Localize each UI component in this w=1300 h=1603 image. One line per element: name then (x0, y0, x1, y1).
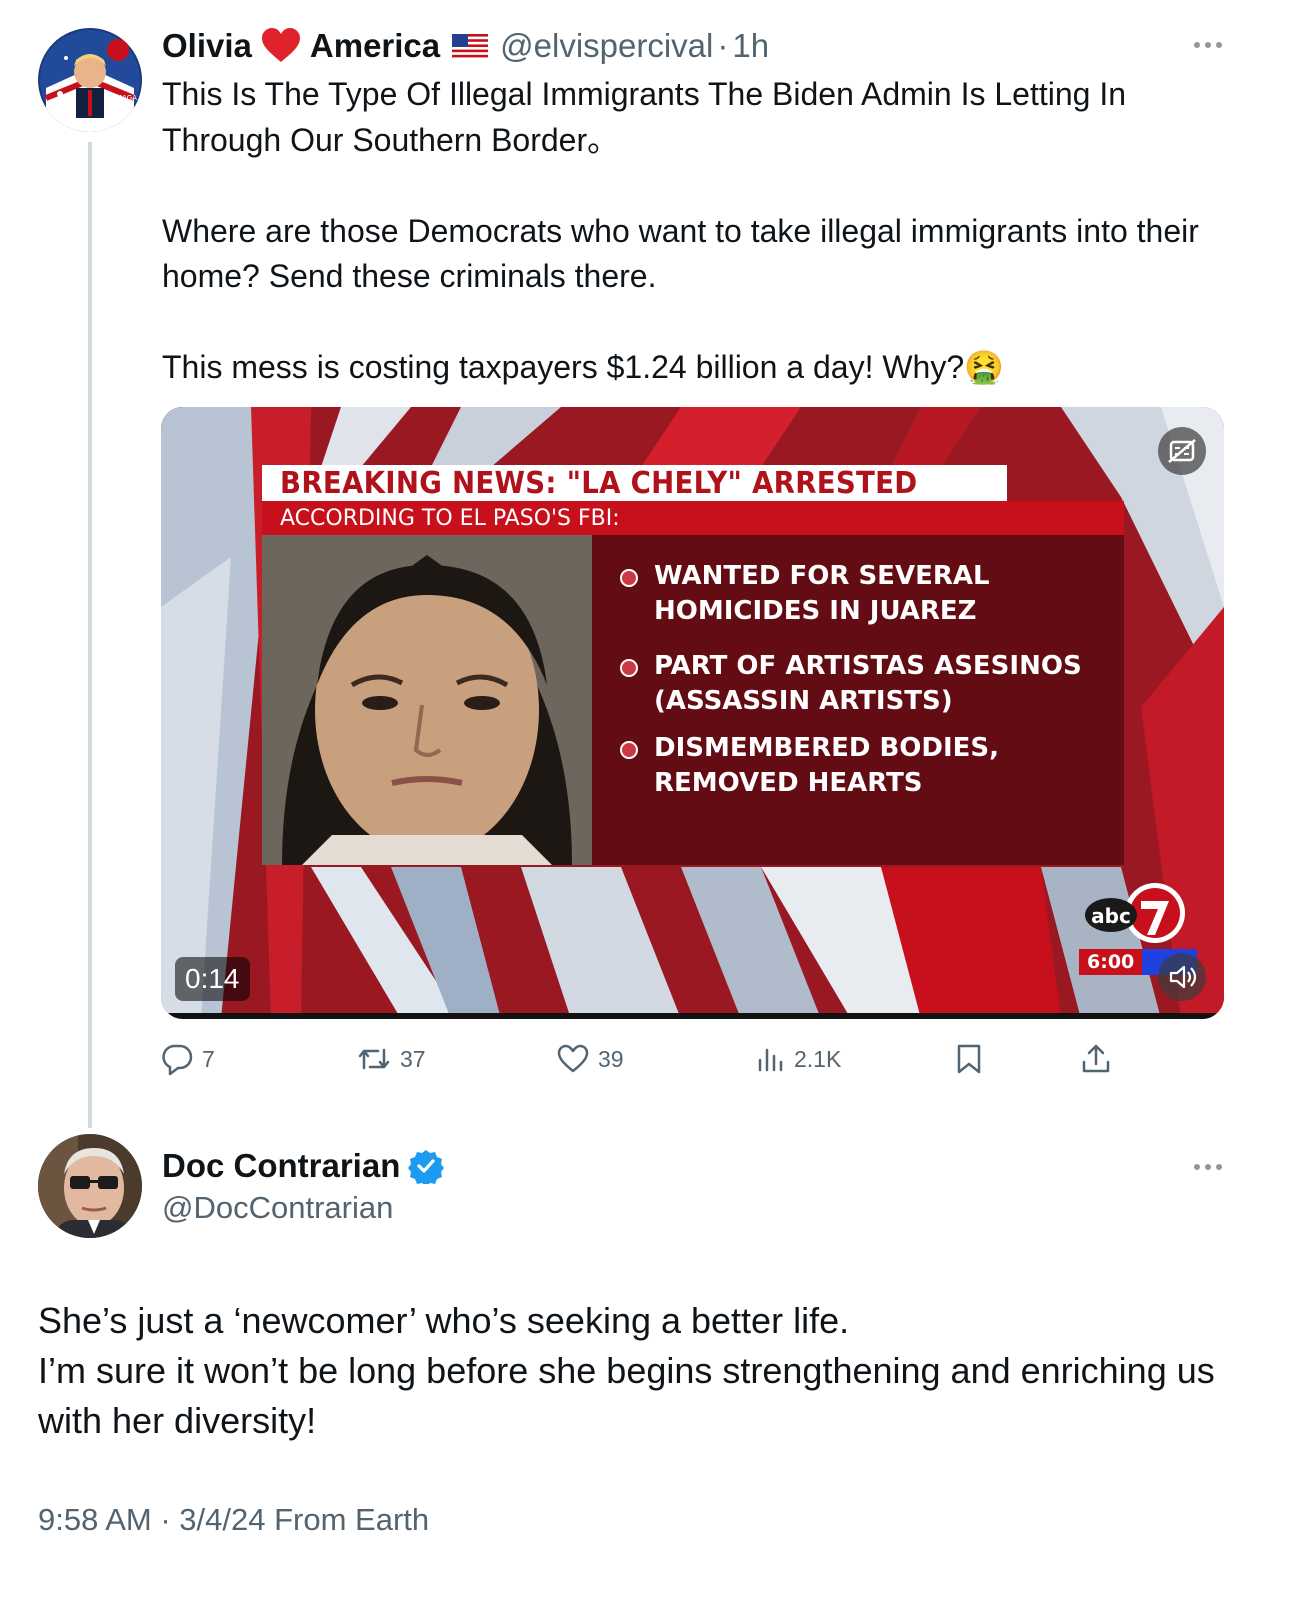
captions-toggle-button[interactable] (1158, 427, 1206, 475)
view-count: 2.1K (794, 1045, 842, 1072)
thread-connector-line (88, 142, 92, 1128)
mugshot-image (262, 535, 592, 865)
tweet2-line: I’m sure it won’t be long before she beg… (38, 1350, 1215, 1441)
news-bullet: PART OF ARTISTAS ASESINOS (ASSASSIN ARTI… (620, 649, 1110, 719)
bullet-dot-icon (620, 741, 638, 759)
breaking-news-headline-bar: BREAKING NEWS: "LA CHELY" ARRESTED (262, 465, 1007, 501)
reply-icon (162, 1044, 193, 1076)
breaking-news-subheadline: ACCORDING TO EL PASO'S FBI: (280, 505, 620, 531)
tweet2-line: She’s just a ‘newcomer’ who’s seeking a … (38, 1300, 850, 1341)
reply-count: 7 (202, 1045, 215, 1072)
breaking-news-headline: BREAKING NEWS: "LA CHELY" ARRESTED (280, 465, 918, 501)
author-avatar-olivia[interactable]: MAGA Retweeted (38, 28, 142, 132)
repost-icon (358, 1048, 390, 1070)
us-flag-icon (452, 34, 489, 58)
news-info-panel: WANTED FOR SEVERAL HOMICIDES IN JUAREZ P… (592, 535, 1124, 865)
tweet-relative-time[interactable]: 1h (732, 27, 769, 65)
tweet2-text: She’s just a ‘newcomer’ who’s seeking a … (38, 1296, 1258, 1446)
news-bullet: DISMEMBERED BODIES, REMOVED HEARTS (620, 731, 1110, 801)
like-button[interactable]: 39 (556, 1036, 624, 1082)
bullet-dot-icon (620, 659, 638, 677)
bullet-dot-icon (620, 569, 638, 587)
repost-count: 37 (400, 1045, 426, 1072)
tweet1-paragraph: This Is The Type Of Illegal Immigrants T… (162, 76, 1127, 158)
author-handle[interactable]: @DocContrarian (162, 1186, 393, 1230)
tweet1-action-bar: 7 37 39 2.1K (160, 1036, 1120, 1082)
red-heart-icon (261, 28, 300, 62)
display-name-part1[interactable]: Olivia (162, 27, 252, 65)
tweet1-paragraph: This mess is costing taxpayers $1.24 bil… (162, 349, 1004, 385)
abc7-logo-icon: abc (1085, 883, 1185, 943)
captions-off-icon (1168, 439, 1196, 463)
verified-badge-icon[interactable] (408, 1148, 445, 1184)
heart-outline-icon (557, 1044, 589, 1073)
more-options-icon[interactable] (1193, 1163, 1223, 1171)
tweet-timestamp[interactable]: 9:58 AM · 3/4/24 From Earth (38, 1498, 429, 1542)
news-bullet-text: DISMEMBERED BODIES, REMOVED HEARTS (654, 733, 1000, 798)
news-bullet-text: PART OF ARTISTAS ASESINOS (ASSASSIN ARTI… (654, 651, 1082, 716)
tweet2-header: Doc Contrarian (162, 1144, 445, 1188)
video-progress-track[interactable] (161, 1013, 1224, 1019)
share-icon (1082, 1044, 1110, 1073)
tweet1-text: This Is The Type Of Illegal Immigrants T… (162, 72, 1222, 391)
broadcast-clock-time: 6:00 (1079, 949, 1143, 975)
avatar-text-retweeted: Retweeted (72, 119, 104, 126)
share-button[interactable] (1080, 1036, 1112, 1082)
header-separator: · (717, 27, 729, 64)
avatar-text-maga: MAGA (116, 94, 137, 102)
views-button[interactable]: 2.1K (756, 1036, 841, 1082)
video-player[interactable]: BREAKING NEWS: "LA CHELY" ARRESTED ACCOR… (161, 407, 1224, 1019)
display-name[interactable]: Doc Contrarian (162, 1147, 400, 1185)
breaking-news-subheadline-bar: ACCORDING TO EL PASO'S FBI: (262, 501, 1124, 535)
reply-button[interactable]: 7 (160, 1036, 215, 1082)
bookmark-button[interactable] (954, 1036, 984, 1082)
volume-icon (1169, 965, 1197, 989)
display-name-part2[interactable]: America (310, 27, 440, 65)
tweet1-paragraph: Where are those Democrats who want to ta… (162, 212, 1199, 295)
channel-logo-text: abc (1091, 904, 1131, 928)
author-handle[interactable]: @elvispercival (500, 27, 713, 65)
author-avatar-doc-contrarian[interactable] (38, 1134, 142, 1238)
news-bullet: WANTED FOR SEVERAL HOMICIDES IN JUAREZ (620, 559, 1110, 629)
bookmark-icon (957, 1044, 981, 1074)
video-duration-badge: 0:14 (175, 957, 250, 1001)
more-options-icon[interactable] (1193, 41, 1223, 49)
tweet1-header: Olivia America @elvispercival · 1h (162, 24, 1242, 68)
like-count: 39 (598, 1045, 624, 1072)
news-bullet-text: WANTED FOR SEVERAL HOMICIDES IN JUAREZ (654, 561, 990, 626)
mute-toggle-button[interactable] (1158, 953, 1206, 1001)
analytics-bars-icon (758, 1048, 783, 1072)
repost-button[interactable]: 37 (356, 1036, 426, 1082)
